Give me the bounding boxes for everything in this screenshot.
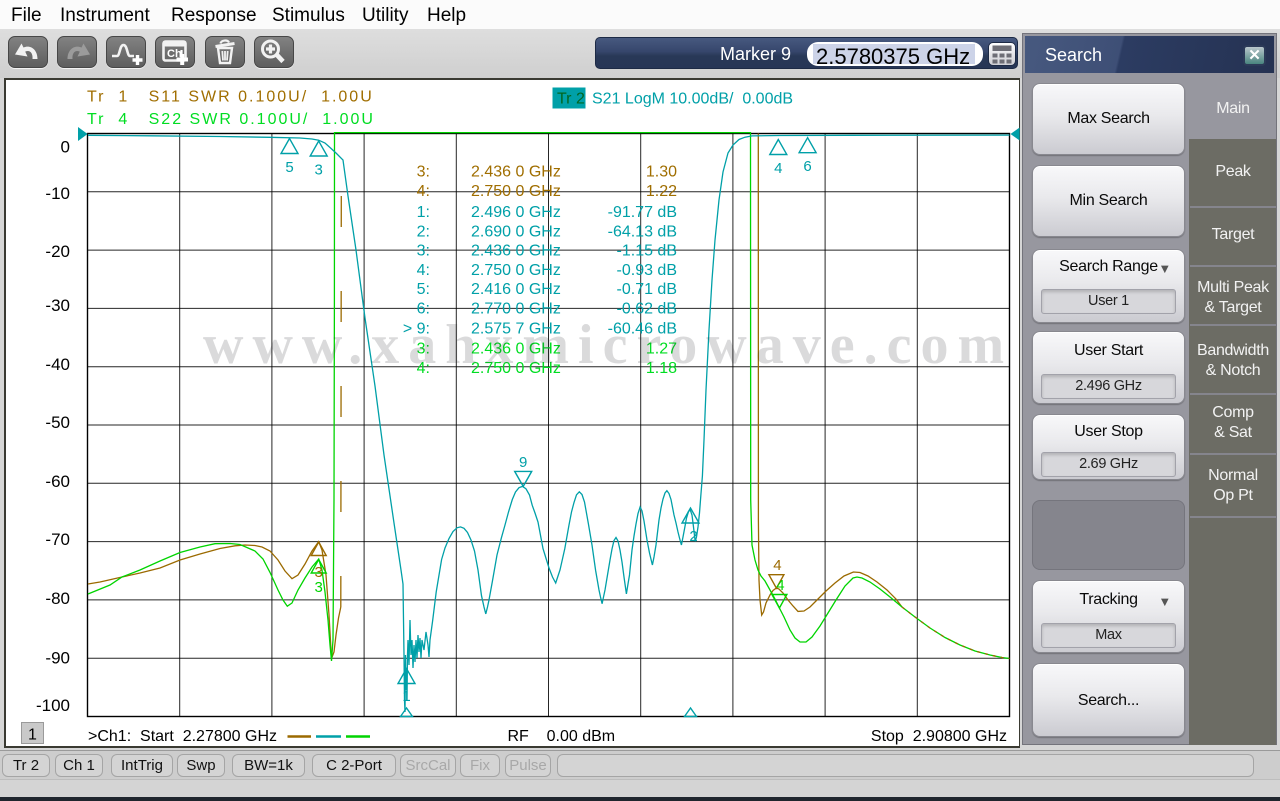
- svg-text:0: 0: [61, 138, 70, 157]
- svg-text:5: 5: [285, 159, 293, 176]
- svg-text:1.30: 1.30: [646, 164, 677, 181]
- svg-text:-30: -30: [45, 296, 70, 315]
- svg-text:-0.71 dB: -0.71 dB: [617, 281, 677, 298]
- svg-text:>Ch1: Start 2.27800 GHz: >Ch1: Start 2.27800 GHz: [88, 728, 277, 745]
- svg-text:3:: 3:: [417, 164, 430, 181]
- svg-text:2.496 0 GHz: 2.496 0 GHz: [471, 204, 561, 221]
- svg-text:S21 LogM 10.00dB/ 0.00dB: S21 LogM 10.00dB/ 0.00dB: [592, 91, 793, 108]
- svg-text:RF 0.00 dBm: RF 0.00 dBm: [508, 728, 616, 745]
- svg-text:-80: -80: [45, 589, 70, 608]
- svg-text:-70: -70: [45, 530, 70, 549]
- svg-text:-0.93 dB: -0.93 dB: [617, 262, 677, 279]
- svg-text:-60: -60: [45, 472, 70, 491]
- svg-text:2.750 0 GHz: 2.750 0 GHz: [471, 262, 561, 279]
- svg-text:-64.13 dB: -64.13 dB: [608, 223, 677, 240]
- svg-text:4: 4: [773, 557, 781, 574]
- svg-text:5:: 5:: [417, 281, 430, 298]
- svg-text:-90: -90: [45, 649, 70, 668]
- svg-text:2.436 0 GHz: 2.436 0 GHz: [471, 164, 561, 181]
- svg-text:1:: 1:: [417, 204, 430, 221]
- svg-text:4:: 4:: [417, 183, 430, 200]
- svg-text:1.22: 1.22: [646, 183, 677, 200]
- svg-text:-20: -20: [45, 242, 70, 261]
- svg-text:-91.77 dB: -91.77 dB: [608, 204, 677, 221]
- svg-text:2.416 0 GHz: 2.416 0 GHz: [471, 281, 561, 298]
- svg-text:Tr 2: Tr 2: [557, 91, 585, 108]
- svg-text:-10: -10: [45, 184, 70, 203]
- svg-text:4: 4: [774, 160, 782, 177]
- svg-text:4:: 4:: [417, 262, 430, 279]
- svg-text:3: 3: [315, 579, 323, 596]
- svg-text:-40: -40: [45, 355, 70, 374]
- svg-text:1: 1: [402, 688, 410, 705]
- svg-text:1: 1: [28, 727, 37, 744]
- svg-text:-50: -50: [45, 413, 70, 432]
- svg-text:3: 3: [315, 162, 323, 179]
- svg-text:6: 6: [803, 158, 811, 175]
- svg-text:2.436 0 GHz: 2.436 0 GHz: [471, 243, 561, 260]
- svg-text:2: 2: [689, 528, 697, 545]
- svg-text:4: 4: [776, 577, 784, 594]
- svg-text:9: 9: [519, 454, 527, 471]
- svg-text:2:: 2:: [417, 223, 430, 240]
- svg-text:3:: 3:: [417, 243, 430, 260]
- svg-text:2.750 0 GHz: 2.750 0 GHz: [471, 183, 561, 200]
- svg-text:-100: -100: [36, 696, 70, 715]
- svg-text:Tr 4 S22 SWR 0.100U/ 1.00U: Tr 4 S22 SWR 0.100U/ 1.00U: [87, 111, 375, 128]
- svg-text:Stop 2.90800 GHz: Stop 2.90800 GHz: [871, 728, 1007, 745]
- svg-text:Tr 1 S11 SWR 0.100U/ 1.00U: Tr 1 S11 SWR 0.100U/ 1.00U: [87, 89, 374, 106]
- svg-text:2.690 0 GHz: 2.690 0 GHz: [471, 223, 561, 240]
- svg-text:-1.15 dB: -1.15 dB: [617, 243, 677, 260]
